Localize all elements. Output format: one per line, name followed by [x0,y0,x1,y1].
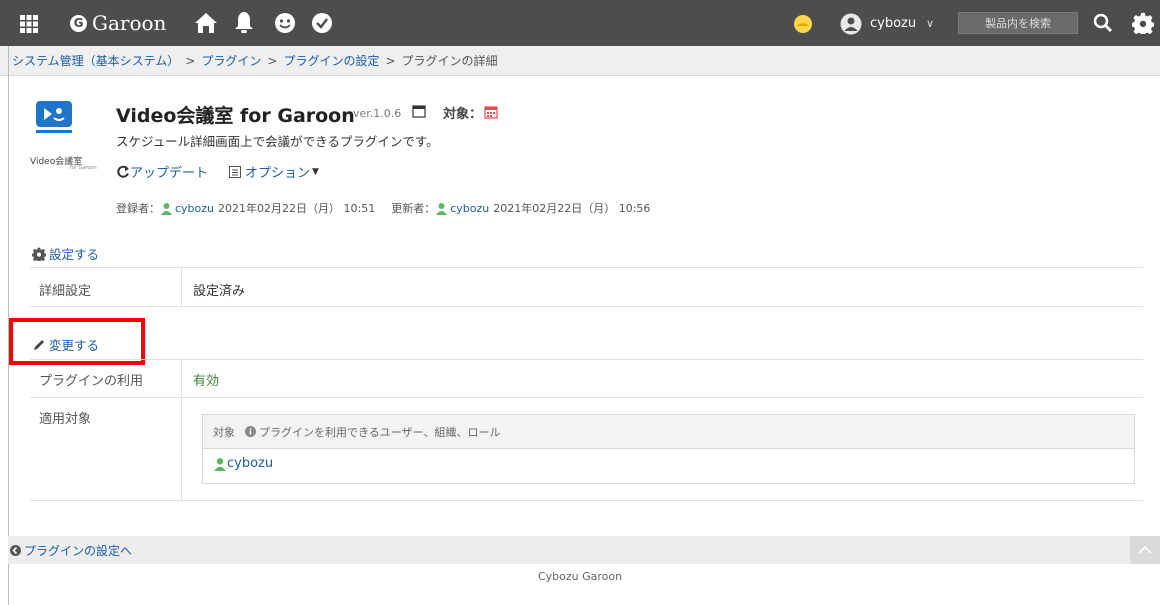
registered-date: 2021年02月22日（月） 10:51 [218,202,376,215]
settings-gear-icon[interactable] [1130,10,1156,36]
updated-date: 2021年02月22日（月） 10:56 [493,202,651,215]
registered-label: 登録者： [116,202,160,215]
scope-hint: プラグインを利用できるユーザー、組織、ロール [259,425,501,439]
back-arrow-icon [10,544,21,556]
breadcrumb-separator: > [267,53,278,68]
refresh-icon [117,165,129,178]
back-link-label: プラグインの設定へ [24,543,133,558]
breadcrumb-separator: > [185,53,196,68]
dropdown-caret-icon: ▼ [312,166,319,177]
chevron-down-icon[interactable]: ∨ [926,12,934,34]
detail-settings-row: 詳細設定 設定済み [30,267,1143,307]
updated-label: 更新者： [391,202,436,215]
breadcrumb-plugin-settings[interactable]: プラグインの設定 [283,52,379,69]
bell-icon[interactable] [232,11,256,35]
user-menu-name[interactable]: cybozu [870,12,916,34]
scope-user-name: cybozu [227,456,274,471]
breadcrumb-system-admin[interactable]: システム管理（基本システム） [12,52,179,69]
user-icon [214,457,226,471]
top-bar: G Garoon cybozu ∨ 製品内を検索 [0,0,1160,46]
home-icon[interactable] [194,11,218,35]
search-input[interactable]: 製品内を検索 [958,12,1078,34]
brand-name: Garoon [92,11,167,35]
configure-link[interactable]: 設定する [32,244,99,263]
detail-settings-value: 設定済み [193,284,246,299]
update-link[interactable]: アップデート [116,162,208,181]
option-label: オプション [245,166,311,181]
configure-label: 設定する [49,247,100,262]
plugin-usage-value: 有効 [193,374,220,389]
scope-table-header: 対象 プラグインを利用できるユーザー、組織、ロール [203,415,1134,449]
status-icon[interactable] [793,14,813,34]
garoon-logo[interactable]: G Garoon [70,9,166,37]
breadcrumb-current: プラグインの詳細 [401,54,498,68]
plugin-usage-label: プラグインの利用 [30,360,182,397]
option-menu[interactable]: オプション ▼ [228,162,319,181]
back-link[interactable]: プラグインの設定へ [8,542,132,559]
schedule-calendar-icon [484,104,498,119]
plugin-usage-row: プラグインの利用 有効 [30,359,1143,397]
calendar-icon [412,103,426,118]
divider [30,306,1143,307]
breadcrumb-plugin[interactable]: プラグイン [201,52,261,69]
plugin-description: スケジュール詳細画面上で会議ができるプラグインです。 [116,134,439,149]
user-icon [161,202,172,215]
registered-user-link[interactable]: cybozu [175,202,214,215]
plugin-title: Video会議室 for Garoon [116,105,355,127]
list-icon [229,165,241,178]
plugin-logo: Video会議室 for Garoon [30,98,100,174]
scope-header-label: 対象 [213,425,235,439]
user-avatar-icon[interactable] [840,13,862,35]
scope-user-item[interactable]: cybozu [203,449,1134,471]
highlight-box [9,318,145,365]
garoon-logo-icon: G [70,14,87,32]
back-bar: プラグインの設定へ [8,536,1160,564]
check-icon[interactable] [310,11,334,35]
scope-label: 適用対象 [30,398,182,500]
target-label: 対象： [443,107,483,122]
detail-settings-label: 詳細設定 [30,268,182,307]
plugin-meta: 登録者： cybozu 2021年02月22日（月） 10:51 更新者： cy… [116,200,650,216]
updated-user-link[interactable]: cybozu [450,202,489,215]
update-label: アップデート [130,166,209,181]
apps-grid-icon[interactable] [18,13,40,35]
user-icon [436,202,448,215]
search-icon[interactable] [1092,12,1114,34]
info-icon [245,426,256,437]
footer-copyright: Cybozu Garoon [537,570,623,583]
breadcrumb-separator: > [385,53,396,68]
plugin-version: ver.1.0.6 [353,107,402,120]
chevron-up-icon [1138,545,1152,554]
scroll-top-button[interactable] [1130,536,1160,564]
breadcrumb: システム管理（基本システム） > プラグイン > プラグインの設定 > プラグイ… [0,46,1160,76]
smile-icon[interactable] [273,11,297,35]
scope-table: 対象 プラグインを利用できるユーザー、組織、ロール cybozu [202,414,1135,484]
plugin-logo-subtext: for Garoon [70,165,97,171]
gear-icon [32,247,46,261]
